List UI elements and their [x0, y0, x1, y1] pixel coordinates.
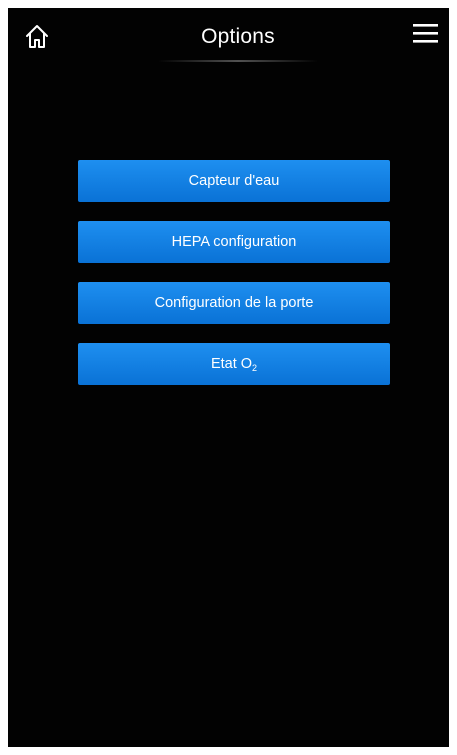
home-button[interactable] [22, 22, 52, 52]
button-label: Capteur d'eau [188, 173, 280, 189]
menu-button[interactable] [412, 22, 440, 46]
button-label: Configuration de la porte [154, 295, 314, 311]
button-label: Etat O [210, 356, 253, 372]
water-sensor-button[interactable]: Capteur d'eau [78, 160, 390, 202]
page-title: Options [201, 25, 275, 48]
options-screen: Options Capteur d'eau HEPA configuration… [8, 8, 449, 747]
hamburger-menu-icon [413, 24, 438, 43]
button-label: HEPA configuration [171, 234, 297, 250]
header-bar: Options [8, 8, 449, 68]
options-list: Capteur d'eau HEPA configuration Configu… [78, 160, 390, 404]
header-divider [158, 60, 318, 62]
o2-status-button[interactable]: Etat O2 [78, 343, 390, 385]
home-icon [26, 25, 48, 48]
hepa-configuration-button[interactable]: HEPA configuration [78, 221, 390, 263]
button-label-subscript: 2 [252, 363, 258, 373]
door-configuration-button[interactable]: Configuration de la porte [78, 282, 390, 324]
